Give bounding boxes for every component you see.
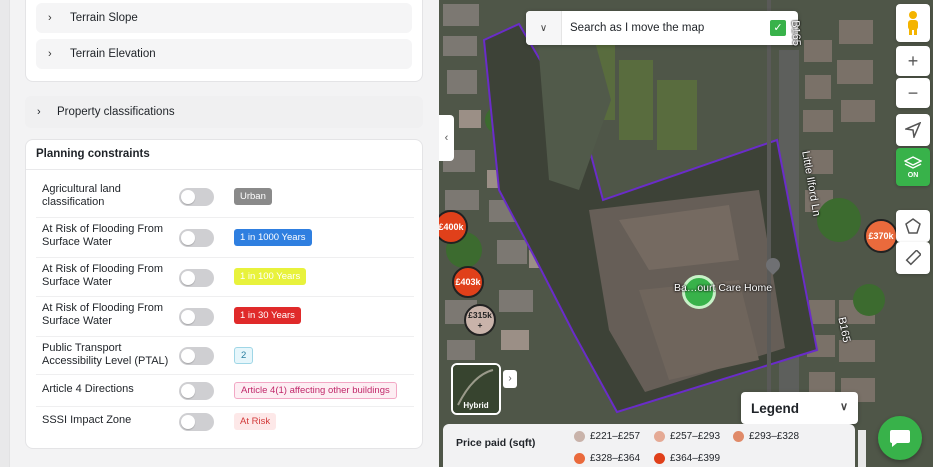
price-pin-cluster[interactable]: £315k + bbox=[464, 304, 496, 336]
constraint-toggle[interactable] bbox=[179, 382, 214, 400]
constraint-row: At Risk of Flooding From Surface Water 1… bbox=[36, 218, 414, 258]
chevron-right-icon[interactable]: › bbox=[503, 370, 517, 388]
zoom-in-icon[interactable]: + bbox=[896, 46, 930, 76]
chevron-down-icon: ∨ bbox=[839, 401, 848, 413]
constraint-row: At Risk of Flooding From Surface Water 1… bbox=[36, 297, 414, 337]
road-label: B165 bbox=[789, 20, 803, 47]
planning-constraints-title: Planning constraints bbox=[36, 148, 150, 160]
sidebar-edge-strip bbox=[0, 0, 10, 467]
accordion-terrain-elevation[interactable]: › Terrain Elevation bbox=[36, 39, 412, 69]
legend-item-label: £221–£257 bbox=[590, 431, 641, 442]
legend-title: Price paid (sqft) bbox=[456, 437, 536, 449]
legend-scrollbar[interactable] bbox=[858, 430, 866, 467]
constraint-toggle[interactable] bbox=[179, 269, 214, 287]
constraint-toggle[interactable] bbox=[179, 188, 214, 206]
legend-toggle[interactable]: Legend ∨ bbox=[741, 392, 858, 424]
constraint-label: SSSI Impact Zone bbox=[42, 414, 132, 426]
constraint-badge: 2 bbox=[234, 347, 254, 364]
sidebar-panel: › Terrain Slope › Terrain Elevation › Pr… bbox=[0, 0, 439, 467]
constraint-badge: 1 in 30 Years bbox=[234, 307, 301, 324]
legend-item: £364–£399 bbox=[654, 453, 720, 464]
constraint-badge: 1 in 100 Years bbox=[234, 268, 307, 285]
constraint-row: At Risk of Flooding From Surface Water 1… bbox=[36, 258, 414, 297]
legend-item-label: £257–£293 bbox=[670, 431, 721, 442]
price-pin[interactable]: £370k bbox=[864, 219, 898, 253]
legend-item: £328–£364 bbox=[574, 453, 640, 464]
constraint-badge: 1 in 1000 Years bbox=[234, 229, 312, 246]
accordion-label: Terrain Slope bbox=[70, 12, 138, 24]
zoom-out-icon[interactable]: − bbox=[896, 78, 930, 108]
legend-panel: Price paid (sqft) £221–£257 £257–£293 £2… bbox=[443, 424, 855, 467]
map-type-hybrid-button[interactable]: Hybrid bbox=[451, 363, 501, 415]
price-pin-value: £315k bbox=[468, 310, 492, 320]
search-as-move-bar: ∨ Search as I move the map ✓ bbox=[526, 11, 798, 45]
constraint-row: Article 4 Directions Article 4(1) affect… bbox=[36, 375, 414, 407]
legend-swatch bbox=[574, 431, 585, 442]
legend-item-label: £328–£364 bbox=[590, 453, 641, 464]
legend-item: £257–£293 bbox=[654, 431, 720, 442]
legend-label: Legend bbox=[751, 400, 800, 416]
constraint-label: Article 4 Directions bbox=[42, 383, 134, 395]
constraint-label: At Risk of Flooding From Surface Water bbox=[42, 302, 164, 327]
constraint-badge: At Risk bbox=[234, 413, 277, 430]
constraint-label: Public Transport Accessibility Level (PT… bbox=[42, 342, 169, 367]
constraint-label: At Risk of Flooding From Surface Water bbox=[42, 223, 164, 248]
legend-swatch bbox=[654, 453, 665, 464]
chevron-left-icon: ‹ bbox=[444, 132, 449, 144]
accordion-label: Property classifications bbox=[57, 106, 175, 118]
satellite-map[interactable]: ‹ ∨ Search as I move the map ✓ B165 Litt… bbox=[439, 0, 933, 467]
legend-item-label: £364–£399 bbox=[670, 453, 721, 464]
search-options-toggle[interactable]: ∨ bbox=[526, 11, 562, 45]
constraint-row: Agricultural land classification Urban bbox=[36, 178, 414, 218]
price-pin[interactable]: £403k bbox=[452, 266, 484, 298]
legend-item: £293–£328 bbox=[733, 431, 799, 442]
chevron-right-icon: › bbox=[48, 48, 52, 60]
pegman-icon[interactable] bbox=[896, 4, 930, 42]
accordion-terrain-slope[interactable]: › Terrain Slope bbox=[36, 3, 412, 33]
legend-swatch bbox=[733, 431, 744, 442]
legend-swatch bbox=[654, 431, 665, 442]
constraint-badge: Urban bbox=[234, 188, 272, 205]
accordion-label: Terrain Elevation bbox=[70, 48, 156, 60]
satellite-imagery bbox=[439, 0, 933, 467]
divider bbox=[26, 169, 422, 170]
planning-constraints-card: Planning constraints Agricultural land c… bbox=[25, 139, 423, 449]
legend-swatch bbox=[574, 453, 585, 464]
accordion-property-classifications[interactable]: › Property classifications bbox=[25, 96, 423, 128]
constraint-badge: Article 4(1) affecting other buildings bbox=[234, 382, 397, 399]
constraint-label: At Risk of Flooding From Surface Water bbox=[42, 263, 164, 288]
collapse-sidebar-button[interactable]: ‹ bbox=[439, 115, 454, 161]
hybrid-label: Hybrid bbox=[463, 401, 489, 410]
constraint-toggle[interactable] bbox=[179, 229, 214, 247]
constraint-row: SSSI Impact Zone At Risk bbox=[36, 407, 414, 439]
chevron-right-icon: › bbox=[37, 106, 41, 118]
constraint-toggle[interactable] bbox=[179, 308, 214, 326]
constraint-toggle[interactable] bbox=[179, 347, 214, 365]
constraint-toggle[interactable] bbox=[179, 413, 214, 431]
constraint-label: Agricultural land classification bbox=[42, 183, 121, 208]
layers-icon[interactable]: ON bbox=[896, 148, 930, 186]
constraint-row: Public Transport Accessibility Level (PT… bbox=[36, 337, 414, 375]
layers-on-badge: ON bbox=[907, 171, 919, 179]
legend-item: £221–£257 bbox=[574, 431, 640, 442]
chat-icon[interactable] bbox=[878, 416, 922, 460]
chevron-down-icon: ∨ bbox=[539, 22, 548, 34]
polygon-draw-icon[interactable] bbox=[896, 210, 930, 242]
terrain-card: › Terrain Slope › Terrain Elevation bbox=[25, 0, 423, 82]
chevron-right-icon: › bbox=[48, 12, 52, 24]
locate-arrow-icon[interactable] bbox=[896, 114, 930, 146]
ruler-icon[interactable] bbox=[896, 242, 930, 274]
poi-label: Ba…ourt Care Home bbox=[674, 282, 773, 294]
search-as-move-label: Search as I move the map bbox=[570, 22, 705, 34]
legend-item-label: £293–£328 bbox=[749, 431, 800, 442]
checkbox-checked-icon[interactable]: ✓ bbox=[770, 20, 786, 36]
price-pin-plus: + bbox=[477, 320, 483, 330]
